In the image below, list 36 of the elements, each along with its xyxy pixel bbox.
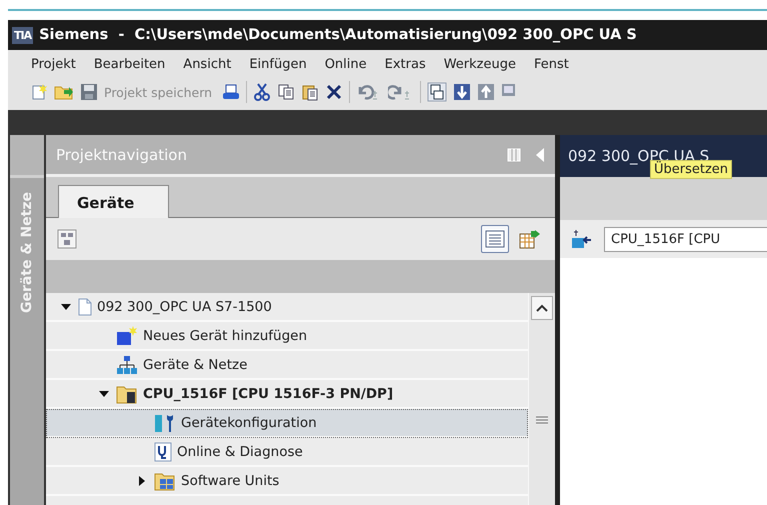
window-title: Siemens - C:\Users\mde\Documents\Automatisierung\092 300_OPC UA S	[39, 27, 637, 43]
chevron-up-icon	[536, 304, 548, 312]
document-icon	[78, 298, 92, 316]
copy-icon[interactable]	[277, 83, 296, 101]
upload-icon[interactable]	[477, 83, 496, 101]
delete-icon[interactable]	[325, 83, 344, 101]
menu-item[interactable]: Werkzeuge	[438, 54, 521, 74]
list-view-icon[interactable]	[481, 225, 509, 253]
device-view-icon[interactable]	[56, 228, 78, 250]
menu-item[interactable]: Fenst	[529, 54, 574, 74]
download-icon[interactable]	[453, 83, 472, 101]
tab[interactable]: Geräte	[58, 185, 170, 218]
cut-icon[interactable]	[253, 83, 272, 101]
stethoscope-icon	[154, 442, 172, 462]
menu-item[interactable]: Einfügen	[244, 54, 312, 74]
tree-item[interactable]: Gerätekonfiguration	[46, 409, 528, 438]
new-file-icon[interactable]	[30, 83, 48, 101]
network-view-icon[interactable]	[570, 228, 592, 250]
folder-icon	[154, 470, 176, 490]
side-bar-header	[10, 135, 44, 178]
menu-item[interactable]: Bearbeiten	[88, 54, 170, 74]
save-icon[interactable]	[80, 83, 98, 101]
app-logo: TIA	[12, 26, 34, 44]
device-dropdown[interactable]: CPU_1516F [CPU	[604, 226, 767, 252]
menu-item[interactable]: Projekt	[26, 54, 81, 74]
new-device-icon	[116, 326, 138, 346]
scroll-up-button[interactable]	[531, 296, 553, 320]
printer-icon[interactable]	[222, 83, 240, 101]
menu-item[interactable]: Online	[320, 54, 372, 74]
paste-icon[interactable]	[301, 83, 320, 101]
panel-title: Projektnavigation	[56, 146, 188, 164]
menu-item[interactable]: Ansicht	[178, 54, 236, 74]
menu-item[interactable]: Extras	[380, 54, 431, 74]
network-icon	[116, 354, 138, 374]
device-config-icon	[154, 412, 176, 432]
folder-icon	[116, 384, 138, 404]
